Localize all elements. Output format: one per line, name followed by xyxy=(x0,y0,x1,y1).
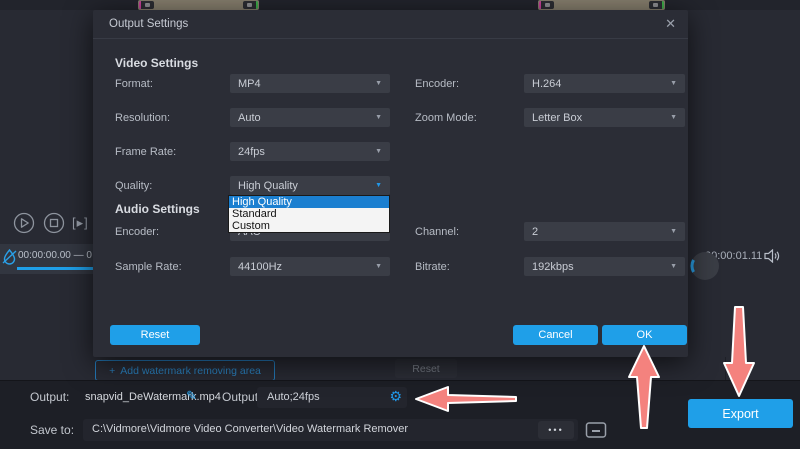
workspace-reset-button[interactable]: Reset xyxy=(395,359,457,378)
export-label: Export xyxy=(722,407,758,421)
save-to-label: Save to: xyxy=(30,423,74,437)
chevron-down-icon: ▼ xyxy=(670,80,677,87)
volume-icon[interactable] xyxy=(764,249,781,263)
chevron-down-icon: ▼ xyxy=(670,228,677,235)
preview-icon: [▸] xyxy=(72,215,89,230)
bitrate-label: Bitrate: xyxy=(415,261,450,273)
clip-right-handle[interactable] xyxy=(649,1,664,9)
video-clip-thumbnail[interactable] xyxy=(138,0,259,10)
dropdown-option-standard[interactable]: Standard xyxy=(229,208,389,220)
save-path-value: C:\Vidmore\Vidmore Video Converter\Video… xyxy=(92,423,408,435)
workspace-reset-label: Reset xyxy=(412,363,439,375)
annotation-arrow-ok xyxy=(627,344,661,430)
dropdown-option-custom[interactable]: Custom xyxy=(229,220,389,232)
remove-watermark-icon xyxy=(2,248,17,265)
ok-button[interactable]: OK xyxy=(602,325,687,345)
stop-icon xyxy=(43,212,65,234)
chevron-down-icon: ▼ xyxy=(375,114,382,121)
browse-button[interactable]: ••• xyxy=(538,421,574,439)
ellipsis-icon: ••• xyxy=(548,425,563,435)
chevron-down-icon: ▼ xyxy=(670,114,677,121)
audio-encoder-label: Encoder: xyxy=(115,226,159,238)
chevron-down-icon: ▼ xyxy=(375,80,382,87)
format-label: Format: xyxy=(115,78,153,90)
export-footer-bar: Output: snapvid_DeWatermark.mp4 ✎ Output… xyxy=(0,380,800,449)
reset-label: Reset xyxy=(141,329,170,341)
video-watermark-remover-window: [▸] 00:00:00.00 — 0 00:00:01.11 + Add wa… xyxy=(0,0,800,449)
bitrate-value: 192kbps xyxy=(532,261,574,273)
cancel-button[interactable]: Cancel xyxy=(513,325,598,345)
annotation-arrow-gear xyxy=(413,384,519,414)
channel-select[interactable]: 2 ▼ xyxy=(524,222,685,241)
format-select[interactable]: MP4 ▼ xyxy=(230,74,390,93)
dropdown-option-high-quality[interactable]: High Quality xyxy=(229,196,389,208)
plus-icon: + xyxy=(109,365,115,377)
chevron-down-icon: ▼ xyxy=(375,182,382,189)
output-settings-gear-icon[interactable]: ⚙ xyxy=(389,388,402,405)
output-filename: snapvid_DeWatermark.mp4 xyxy=(85,391,221,403)
video-encoder-select[interactable]: H.264 ▼ xyxy=(524,74,685,93)
clip-right-handle[interactable] xyxy=(243,1,258,9)
dialog-header: Output Settings ✕ xyxy=(93,10,688,39)
output-name-label: Output: xyxy=(30,390,69,404)
preview-button[interactable]: [▸] xyxy=(72,215,89,231)
quality-value: High Quality xyxy=(238,180,298,192)
audio-settings-heading: Audio Settings xyxy=(115,202,200,216)
open-folder-button[interactable] xyxy=(585,420,607,440)
sample-rate-select[interactable]: 44100Hz ▼ xyxy=(230,257,390,276)
frame-rate-label: Frame Rate: xyxy=(115,146,176,158)
add-watermark-area-label: Add watermark removing area xyxy=(120,365,261,377)
play-icon xyxy=(13,212,35,234)
edit-filename-icon[interactable]: ✎ xyxy=(186,388,197,404)
progress-bar[interactable] xyxy=(17,267,93,270)
ok-label: OK xyxy=(637,329,653,341)
clip-left-handle[interactable] xyxy=(539,1,554,9)
video-clip-thumbnail[interactable] xyxy=(538,0,665,10)
chevron-down-icon: ▼ xyxy=(375,148,382,155)
sample-rate-label: Sample Rate: xyxy=(115,261,182,273)
bitrate-select[interactable]: 192kbps ▼ xyxy=(524,257,685,276)
resolution-select[interactable]: Auto ▼ xyxy=(230,108,390,127)
resolution-label: Resolution: xyxy=(115,112,170,124)
format-value: MP4 xyxy=(238,78,261,90)
stop-button[interactable] xyxy=(43,212,65,234)
frame-rate-value: 24fps xyxy=(238,146,265,158)
video-encoder-label: Encoder: xyxy=(415,78,459,90)
output-settings-dialog: Output Settings ✕ Video Settings Format:… xyxy=(93,10,688,357)
output-format-value: Auto;24fps xyxy=(267,391,320,403)
chevron-down-icon: ▼ xyxy=(375,263,382,270)
playback-timeline[interactable]: 00:00:00.00 — 0 xyxy=(0,244,93,274)
zoom-mode-value: Letter Box xyxy=(532,112,582,124)
zoom-mode-label: Zoom Mode: xyxy=(415,112,477,124)
sample-rate-value: 44100Hz xyxy=(238,261,282,273)
add-watermark-area-button[interactable]: + Add watermark removing area xyxy=(95,360,275,381)
frame-rate-select[interactable]: 24fps ▼ xyxy=(230,142,390,161)
output-format-field[interactable]: Auto;24fps ⚙ xyxy=(257,387,407,408)
resolution-value: Auto xyxy=(238,112,261,124)
export-button[interactable]: Export xyxy=(688,399,793,428)
video-encoder-value: H.264 xyxy=(532,78,561,90)
zoom-mode-select[interactable]: Letter Box ▼ xyxy=(524,108,685,127)
save-path-field[interactable]: C:\Vidmore\Vidmore Video Converter\Video… xyxy=(83,419,578,441)
channel-label: Channel: xyxy=(415,226,459,238)
volume-knob[interactable] xyxy=(689,250,721,282)
cancel-label: Cancel xyxy=(538,329,572,341)
quality-label: Quality: xyxy=(115,180,152,192)
play-button[interactable] xyxy=(13,212,35,234)
folder-icon xyxy=(585,420,607,440)
dialog-title: Output Settings xyxy=(109,18,188,30)
chevron-down-icon: ▼ xyxy=(670,263,677,270)
annotation-arrow-export xyxy=(722,305,756,398)
timeline-filmstrip xyxy=(0,0,800,10)
close-icon[interactable]: ✕ xyxy=(665,16,676,32)
quality-select[interactable]: High Quality ▼ xyxy=(230,176,390,195)
quality-dropdown-list: High Quality Standard Custom xyxy=(228,195,390,233)
elapsed-time: 00:00:00.00 — 0 xyxy=(18,250,92,261)
output-format-label: Output: xyxy=(222,390,261,404)
channel-value: 2 xyxy=(532,226,538,238)
reset-button[interactable]: Reset xyxy=(110,325,200,345)
clip-left-handle[interactable] xyxy=(139,1,154,9)
video-settings-heading: Video Settings xyxy=(115,56,198,70)
